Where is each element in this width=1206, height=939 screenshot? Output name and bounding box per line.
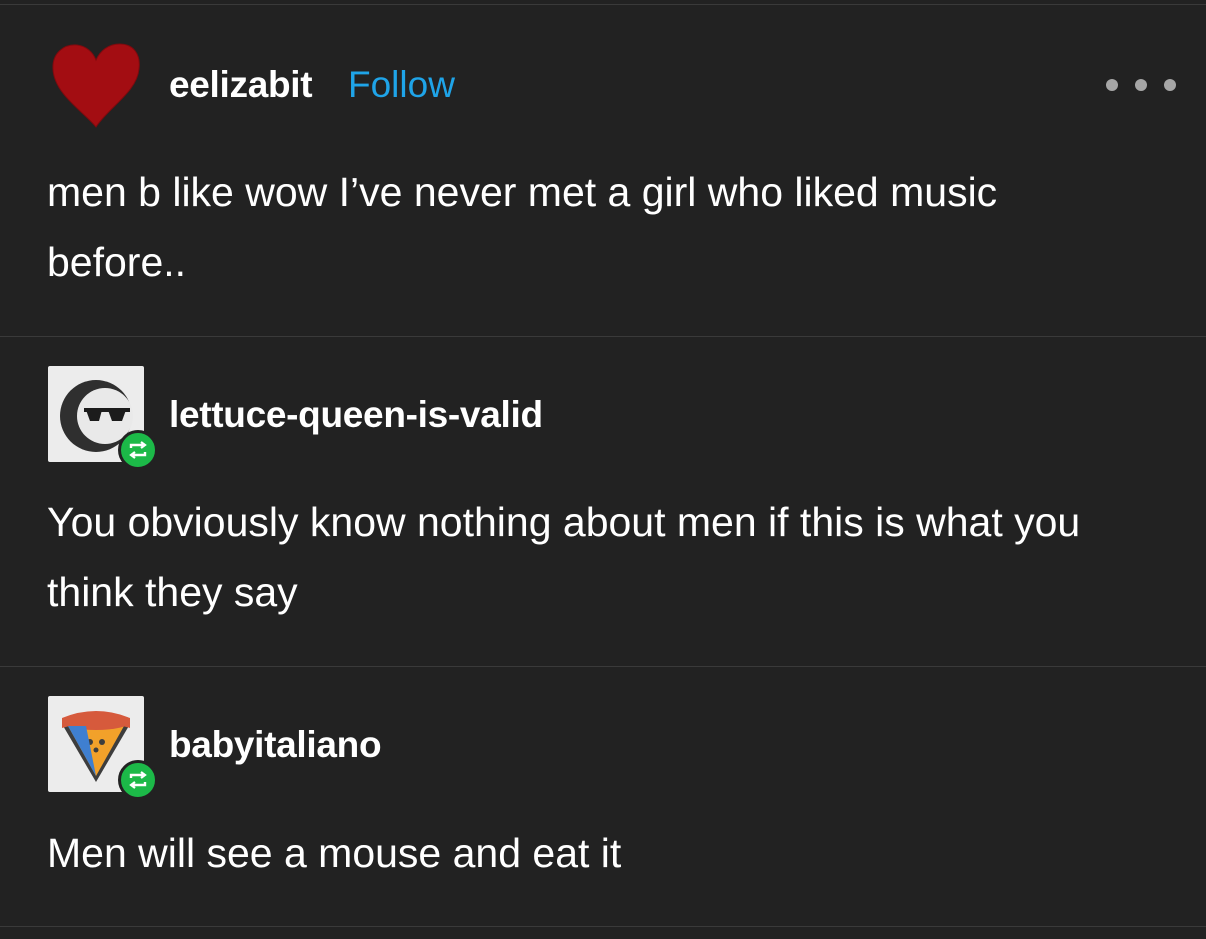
- reblog-icon: [118, 760, 158, 800]
- post-author-username[interactable]: eelizabit: [169, 64, 313, 106]
- more-dot: [1135, 79, 1147, 91]
- more-options-icon[interactable]: [1106, 70, 1176, 100]
- reblog-icon: [118, 430, 158, 470]
- reblog-author-username[interactable]: babyitaliano: [169, 724, 382, 766]
- follow-button[interactable]: Follow: [348, 64, 455, 106]
- more-dot: [1106, 79, 1118, 91]
- reblog-body-text: Men will see a mouse and eat it: [47, 830, 622, 876]
- avatar[interactable]: [48, 696, 158, 800]
- reblog-author-username[interactable]: lettuce-queen-is-valid: [169, 394, 543, 436]
- reblog-entry: babyitaliano Men will see a mouse and ea…: [0, 667, 1206, 926]
- post-body-text: men b like wow I’ve never met a girl who…: [47, 169, 998, 285]
- original-post: eelizabit Follow men b like wow I’ve nev…: [0, 0, 1206, 336]
- reblog-entry: lettuce-queen-is-valid You obviously kno…: [0, 337, 1206, 666]
- more-dot: [1164, 79, 1176, 91]
- bottom-border: [0, 926, 1206, 927]
- reblog-body-text: You obviously know nothing about men if …: [47, 499, 1081, 615]
- avatar[interactable]: [48, 366, 158, 470]
- heart-icon[interactable]: [50, 42, 142, 130]
